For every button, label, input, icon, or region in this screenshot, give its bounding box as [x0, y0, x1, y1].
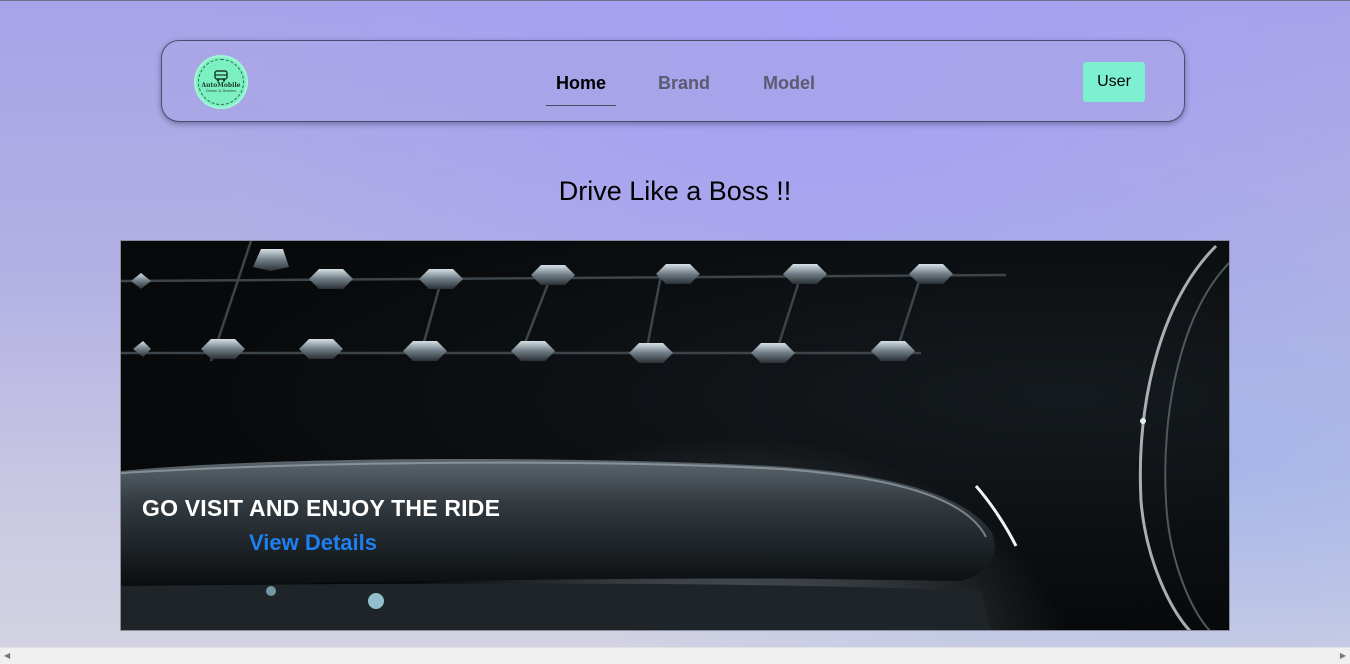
- window-top-border: [0, 0, 1350, 1]
- page-headline: Drive Like a Boss !!: [558, 176, 792, 206]
- brand-logo[interactable]: AutoMobile Driven & Dreams: [194, 55, 248, 109]
- nav-links: Home Brand Model: [546, 69, 824, 106]
- scroll-right-arrow-icon[interactable]: ▶: [1340, 651, 1346, 660]
- user-button[interactable]: User: [1083, 62, 1145, 102]
- navbar: AutoMobile Driven & Dreams Home Brand Mo…: [161, 40, 1185, 122]
- view-details-link[interactable]: View Details: [249, 530, 377, 556]
- nav-brand[interactable]: Brand: [649, 69, 719, 106]
- horizontal-scrollbar[interactable]: ◀ ▶: [0, 647, 1350, 664]
- car-grille-image: [121, 241, 1229, 630]
- scroll-left-arrow-icon[interactable]: ◀: [4, 651, 10, 660]
- nav-model[interactable]: Model: [754, 69, 824, 106]
- hero-caption: GO VISIT AND ENJOY THE RIDE: [142, 495, 501, 521]
- nav-home[interactable]: Home: [546, 69, 616, 106]
- hero-banner: GO VISIT AND ENJOY THE RIDE View Details: [120, 240, 1230, 631]
- logo-ring: [198, 59, 244, 105]
